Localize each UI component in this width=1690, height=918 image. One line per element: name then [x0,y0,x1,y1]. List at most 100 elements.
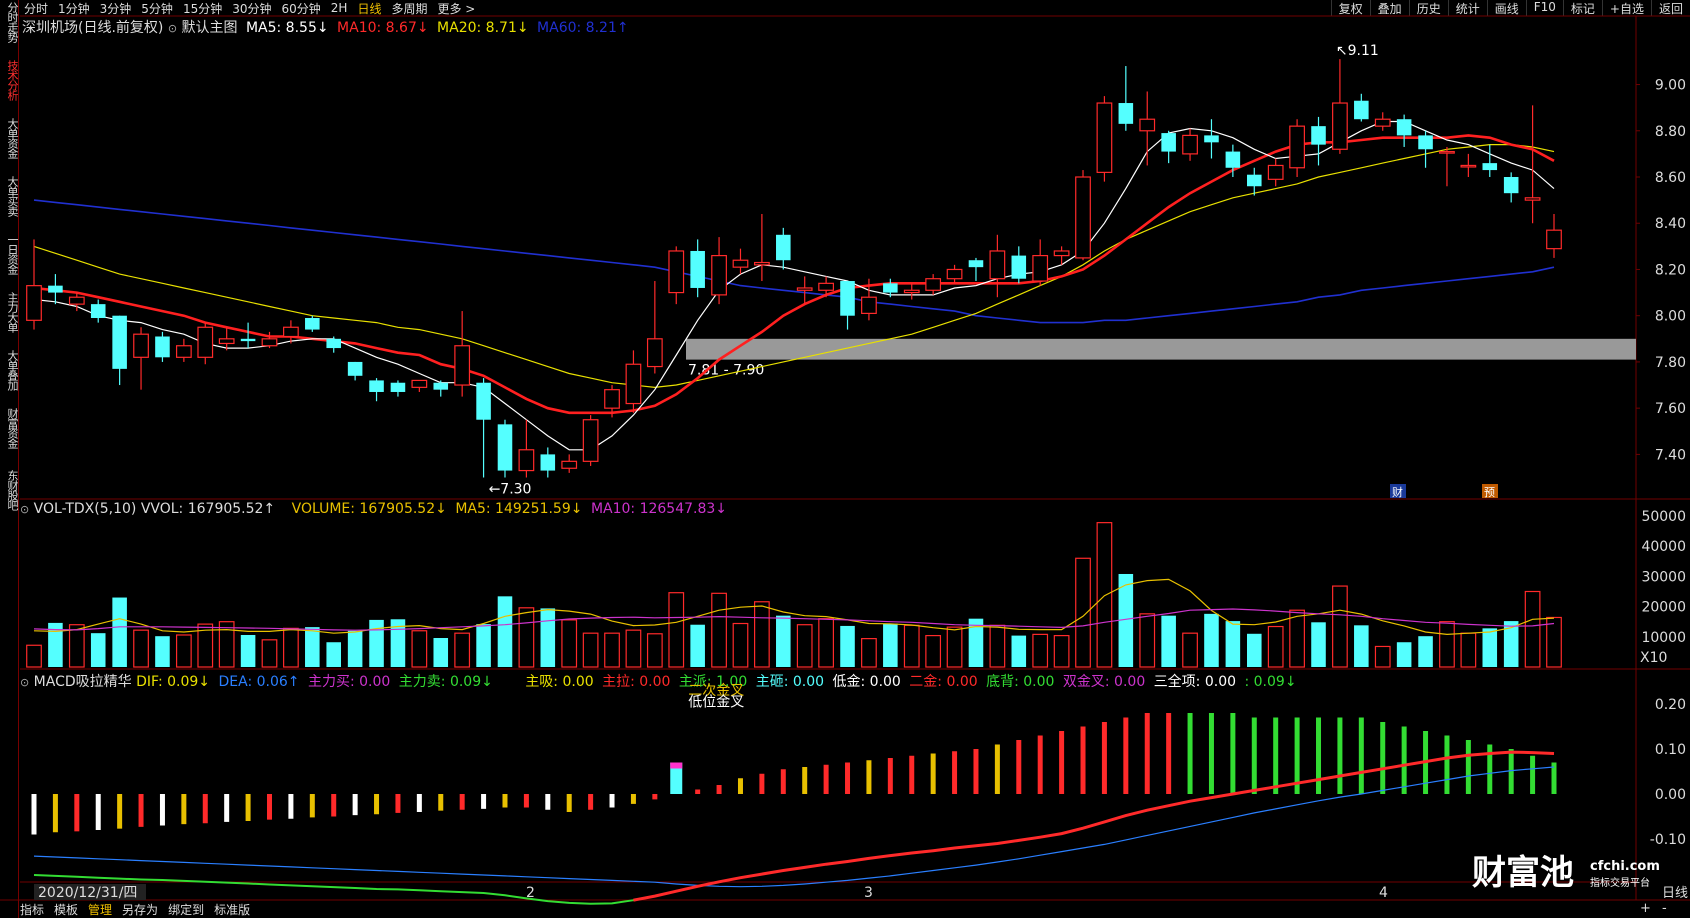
y-tick-label: 8.60 [1655,170,1686,186]
volume-bar [1161,615,1176,667]
volume-bar [732,622,749,668]
volume-bar [540,608,556,667]
macd-bar [695,789,701,794]
volume-bar [112,597,127,667]
candle [454,345,471,386]
candle [561,460,578,469]
macd-bar [1465,740,1471,794]
candle [175,345,192,358]
candle [883,283,898,293]
macd-bar [802,767,808,794]
candle [582,419,599,462]
bottom-tab-5[interactable]: 标准版 [214,901,250,918]
macd-bar [1230,713,1236,794]
candle [1225,151,1241,168]
volume-bar [476,624,491,667]
candle [690,250,705,288]
y-tick-label: 8.40 [1655,216,1686,232]
vol-tick-label: 30000 [1641,569,1686,585]
volume-bar [1546,616,1562,668]
macd-bar [652,794,658,800]
volume-bar [776,615,791,667]
vol-ma5-line [33,578,1555,636]
candle [989,250,1006,280]
macd-bar [74,794,80,832]
candle [1374,118,1391,127]
macd-note-2: 低位金叉 [688,694,744,710]
candle [1096,102,1113,173]
candle [925,278,942,291]
y-tick-label: 8.80 [1655,124,1686,140]
volume-bar [1225,621,1241,667]
macd-bar [1508,749,1514,794]
macd-bar [181,794,187,825]
volume-bar [1439,621,1455,668]
macd-bar [952,751,958,794]
macd-bar [352,794,358,816]
macd-bar [1380,722,1386,794]
macd-bar [1123,717,1129,794]
price-band [686,338,1636,360]
macd-bar [737,778,743,794]
macd-bar [438,794,444,811]
period-corner-label: 日线 [1662,886,1688,901]
vol-tick-label: 50000 [1641,509,1686,525]
candle [48,285,63,293]
bottom-tab-1[interactable]: 模板 [54,901,78,918]
macd-bar [866,760,872,794]
candle [1204,135,1219,143]
macd-bar [1444,735,1450,794]
candle [1118,103,1134,124]
volume-bar [1011,635,1027,667]
candle [305,318,320,330]
bottom-tab-2[interactable]: 管理 [88,901,112,918]
bottom-tab-3[interactable]: 另存为 [122,901,158,918]
volume-bar [1396,642,1412,667]
chart-canvas[interactable]: 9.00 8.80 8.60 8.40 8.20 8.00 7.80 7.60 7.40 5000… [0,0,1690,918]
volume-bar [668,592,685,668]
candle [1032,254,1049,282]
candle [1011,255,1027,279]
volume-bar [1524,590,1541,668]
macd-bar [609,794,615,808]
macd-bar [138,794,144,827]
macd-bar [566,794,572,812]
volume-bar [989,624,1006,668]
macd-bar [502,794,508,808]
macd-bar [780,769,786,794]
y-tick-label: 7.40 [1655,447,1686,463]
candle [711,254,727,296]
volume-bar [604,632,620,668]
volume-bar [1354,625,1369,667]
volume-bar [133,629,149,668]
volume-bar [1267,625,1284,668]
candle [604,389,620,409]
candle [646,338,663,368]
volume-bar [305,627,320,667]
volume-bar [433,638,449,667]
badge-yu: 预 [1484,486,1495,499]
vol-unit-label: X10 [1640,650,1667,666]
volume-bar [883,623,898,667]
bottom-tab-4[interactable]: 绑定到 [168,901,204,918]
volume-bar [1032,633,1049,668]
macd-bar [288,794,294,819]
macd-bar [588,794,594,810]
volume-bar [1460,632,1477,668]
volume-bar [582,632,599,668]
candle [261,338,278,347]
volume-bar [1053,634,1070,668]
candle [26,285,42,321]
macd-bar [1358,717,1364,794]
macd-tick-label: 0.10 [1655,742,1686,758]
volume-bar [175,634,192,668]
bottom-tab-0[interactable]: 指标 [20,901,44,918]
macd-bar [630,794,636,804]
vol-tick-label: 20000 [1641,600,1686,616]
watermark-logo: 财富池 [1472,853,1574,893]
dif-line-red [633,750,1555,902]
macd-bar [117,794,123,829]
volume-bar [1289,609,1305,668]
macd-bar [909,755,915,794]
candle [1139,118,1156,132]
